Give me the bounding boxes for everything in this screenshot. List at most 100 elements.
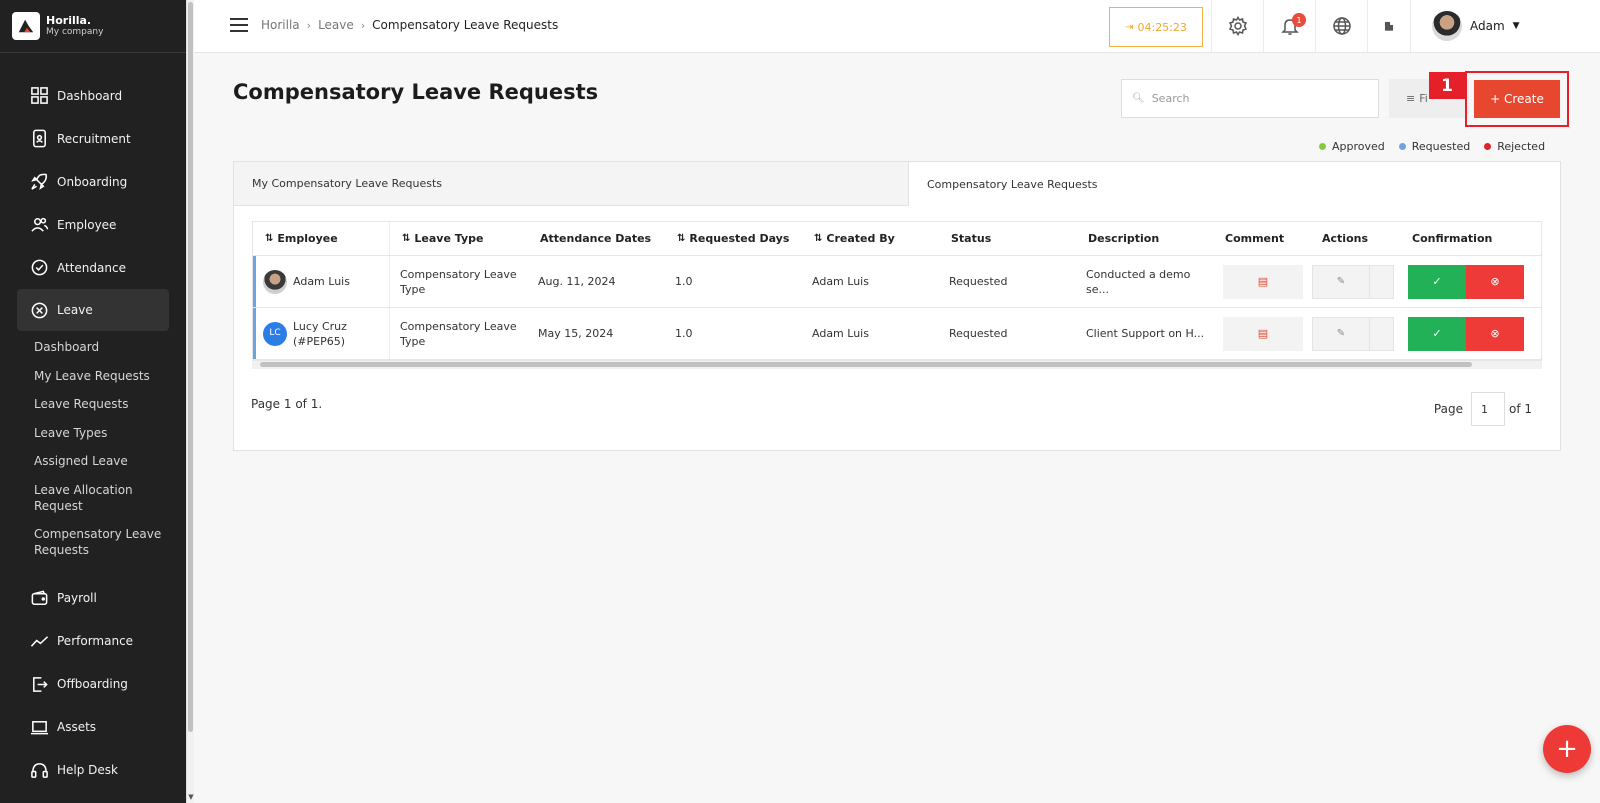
edit-button[interactable]: ✎: [1312, 316, 1370, 351]
cell-status: Requested: [949, 275, 1008, 288]
col-requested-days[interactable]: ⇅ Requested Days: [665, 222, 802, 255]
tab-bar: My Compensatory Leave Requests Compensat…: [234, 162, 1560, 206]
comment-button[interactable]: ▤: [1223, 264, 1303, 299]
cell-leave-type: Compensatory Leave Type: [400, 319, 517, 348]
brand[interactable]: Horilla. My company: [12, 12, 103, 40]
col-label: Requested Days: [689, 232, 790, 245]
comment-button[interactable]: ▤: [1223, 316, 1303, 351]
tab-my-compensatory-leave-requests[interactable]: My Compensatory Leave Requests: [234, 162, 908, 206]
menu-toggle-icon[interactable]: [230, 18, 248, 34]
sidebar-item-label: Help Desk: [57, 763, 118, 777]
more-actions-button[interactable]: [1370, 316, 1394, 351]
subnav-leave-dashboard[interactable]: Dashboard: [0, 339, 186, 355]
col-leave-type[interactable]: ⇅ Leave Type: [390, 222, 528, 255]
approved-dot-icon: [1319, 143, 1326, 150]
subnav-my-leave-requests[interactable]: My Leave Requests: [0, 368, 186, 384]
cell-created-by: Adam Luis: [812, 327, 869, 340]
sidebar-item-leave[interactable]: Leave: [17, 289, 169, 331]
brand-name: Horilla.: [46, 13, 92, 27]
table-row[interactable]: Adam Luis Compensatory Leave Type Aug. 1…: [253, 256, 1541, 308]
reject-button[interactable]: ⊗: [1466, 264, 1524, 299]
reject-button[interactable]: ⊗: [1466, 316, 1524, 351]
quick-add-fab-button[interactable]: +: [1543, 725, 1591, 773]
top-header: Horilla › Leave › Compensatory Leave Req…: [194, 0, 1600, 53]
cell-comment: ▤: [1213, 308, 1310, 359]
breadcrumb-leave[interactable]: Leave: [318, 18, 354, 32]
company-switch-button[interactable]: [1367, 0, 1410, 52]
table-row[interactable]: LC Lucy Cruz (#PEP65) Compensatory Leave …: [253, 308, 1541, 360]
sidebar-scrollbar-thumb[interactable]: [188, 2, 193, 732]
legend-rejected[interactable]: Rejected: [1484, 140, 1545, 153]
cell-employee: LC Lucy Cruz (#PEP65): [253, 308, 390, 359]
sidebar-item-attendance[interactable]: Attendance: [0, 246, 186, 289]
approve-button[interactable]: ✓: [1408, 316, 1466, 351]
subnav-leave-allocation-request[interactable]: Leave Allocation Request: [0, 482, 186, 514]
cell-created-by: Adam Luis: [812, 275, 869, 288]
user-menu[interactable]: Adam ▼: [1410, 0, 1520, 52]
cell-attendance-dates: Aug. 11, 2024: [538, 275, 616, 288]
col-label: Leave Type: [414, 232, 484, 245]
sidebar-scrollbar[interactable]: ▼: [186, 0, 194, 803]
attendance-timer-button[interactable]: ⇥ 04:25:23: [1109, 7, 1203, 47]
sidebar-item-recruitment[interactable]: Recruitment: [0, 117, 186, 160]
col-employee[interactable]: ⇅ Employee: [253, 222, 390, 255]
sidebar-item-dashboard[interactable]: Dashboard: [0, 74, 186, 117]
rejected-dot-icon: [1484, 143, 1492, 150]
legend-requested[interactable]: Requested: [1398, 140, 1470, 153]
table-scrollbar-thumb[interactable]: [260, 362, 1472, 367]
horilla-logo-icon: [12, 12, 40, 40]
sidebar-item-label: Dashboard: [57, 88, 123, 103]
col-status: Status: [939, 222, 1076, 255]
col-label: Employee: [277, 232, 338, 245]
subnav-compensatory-leave-requests[interactable]: Compensatory Leave Requests: [0, 526, 186, 558]
legend-approved[interactable]: Approved: [1319, 140, 1385, 153]
recruitment-icon: [29, 129, 49, 149]
sidebar-item-payroll[interactable]: Payroll: [0, 577, 186, 620]
subnav-leave-requests[interactable]: Leave Requests: [0, 396, 186, 412]
settings-button[interactable]: [1211, 0, 1263, 52]
sidebar-item-onboarding[interactable]: Onboarding: [0, 160, 186, 203]
sidebar-item-label: Assets: [57, 720, 97, 734]
cell-confirmation: ✓ ⊗: [1400, 256, 1533, 307]
comment-icon: ▤: [1257, 327, 1269, 340]
breadcrumb-home[interactable]: Horilla: [261, 18, 300, 32]
notifications-button[interactable]: 1: [1263, 0, 1315, 52]
leave-subnav: Dashboard My Leave Requests Leave Reques…: [0, 331, 186, 577]
approve-button[interactable]: ✓: [1408, 264, 1466, 299]
timer-value: 04:25:23: [1137, 20, 1187, 34]
col-label: Description: [1088, 232, 1160, 245]
sort-icon: ⇅: [814, 233, 823, 244]
sidebar-item-employee[interactable]: Employee: [0, 203, 186, 246]
leave-icon: [29, 300, 49, 320]
subnav-leave-types[interactable]: Leave Types: [0, 425, 186, 441]
sidebar-item-label: Payroll: [57, 591, 97, 605]
tab-compensatory-leave-requests[interactable]: Compensatory Leave Requests: [908, 162, 1560, 206]
sidebar-item-offboarding[interactable]: Offboarding: [0, 663, 186, 706]
sidebar-item-help-desk[interactable]: Help Desk: [0, 749, 186, 792]
table-horizontal-scrollbar[interactable]: [252, 361, 1542, 369]
page-label: Page: [1433, 402, 1463, 416]
employee-name: Lucy Cruz (#PEP65): [293, 319, 347, 348]
cell-description: Conducted a demo se...: [1086, 267, 1191, 296]
breadcrumb: Horilla › Leave › Compensatory Leave Req…: [261, 18, 558, 32]
page-number-input[interactable]: 1: [1470, 392, 1505, 426]
more-actions-button[interactable]: [1370, 264, 1394, 299]
language-button[interactable]: [1315, 0, 1367, 52]
sidebar-item-performance[interactable]: Performance: [0, 620, 186, 663]
wallet-icon: [29, 588, 49, 608]
sidebar-item-assets[interactable]: Assets: [0, 706, 186, 749]
subnav-assigned-leave[interactable]: Assigned Leave: [0, 453, 186, 469]
sidebar-nav: Dashboard Recruitment Onboarding Employe…: [0, 74, 186, 792]
user-name: Adam: [1470, 19, 1505, 33]
col-label: Actions: [1322, 232, 1368, 245]
col-created-by[interactable]: ⇅ Created By: [802, 222, 939, 255]
cell-confirmation: ✓ ⊗: [1400, 308, 1533, 359]
filter-icon: ≡: [1406, 92, 1416, 105]
requests-card: My Compensatory Leave Requests Compensat…: [233, 161, 1561, 451]
edit-button[interactable]: ✎: [1312, 264, 1370, 299]
scroll-down-arrow-icon[interactable]: ▼: [187, 793, 195, 801]
avatar: [263, 269, 287, 294]
notification-count-badge: 1: [1292, 13, 1306, 27]
dashboard-icon: [29, 86, 49, 106]
search-input[interactable]: 🔍︎ Search: [1121, 79, 1379, 118]
